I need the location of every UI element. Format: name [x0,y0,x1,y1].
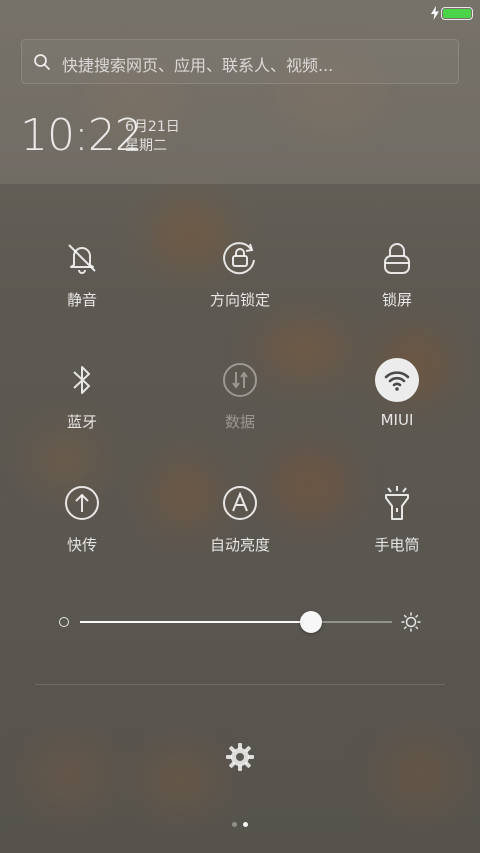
background-blur [30,740,110,810]
clock-time[interactable]: 10:22 [20,110,143,161]
toggle-wifi[interactable]: MIUI [332,358,462,458]
clock-date[interactable]: 6月21日 [125,116,180,136]
brightness-fill [80,621,311,623]
bell-off-icon [60,236,104,280]
toggle-label: MIUI [380,411,414,429]
toggle-label: 快传 [66,536,97,554]
search-icon [34,54,50,70]
bluetooth-icon [60,358,104,402]
page-indicator [0,812,480,827]
wifi-icon [375,358,419,402]
toggle-flashlight[interactable]: 手电筒 [332,481,462,581]
background-blur [380,740,460,810]
toggle-label: 静音 [66,291,97,309]
toggle-lock-screen[interactable]: 锁屏 [332,236,462,336]
search-placeholder: 快捷搜索网页、应用、联系人、视频... [62,56,334,75]
sun-icon [401,612,421,632]
lock-icon [375,236,419,280]
lightning-icon [431,6,439,20]
brightness-slider[interactable] [80,611,392,633]
dim-icon [59,617,69,627]
toggle-label: 锁屏 [381,291,412,309]
toggle-label: 方向锁定 [209,291,270,309]
status-bar [0,0,480,26]
toggle-auto-brightness[interactable]: 自动亮度 [175,481,305,581]
battery-level [443,9,471,18]
brightness-slider-row [55,607,425,637]
battery-indicator [441,7,473,20]
page-dot-active [243,822,248,827]
toggle-label: 手电筒 [374,536,420,554]
toggle-quick-transfer[interactable]: 快传 [17,481,147,581]
upload-icon [60,481,104,525]
mobile-data-icon [218,358,262,402]
brightness-thumb[interactable] [299,611,322,633]
flashlight-icon [375,481,419,525]
toggle-label: 蓝牙 [66,413,97,431]
toggle-silent[interactable]: 静音 [17,236,147,336]
toggle-label: 数据 [224,413,255,431]
toggle-label: 自动亮度 [209,536,270,554]
clock-weekday: 星期二 [125,138,167,154]
auto-brightness-icon [218,481,262,525]
divider [35,684,445,685]
quick-settings-screen: 快捷搜索网页、应用、联系人、视频... 10:22 6月21日 星期二 静音 方… [0,0,480,853]
toggle-rotation-lock[interactable]: 方向锁定 [175,236,305,336]
gear-icon[interactable] [224,741,256,773]
background-blur [140,750,220,810]
page-dot [232,822,237,827]
toggle-mobile-data[interactable]: 数据 [175,358,305,458]
search-input[interactable]: 快捷搜索网页、应用、联系人、视频... [21,39,459,84]
rotation-lock-icon [218,236,262,280]
toggle-bluetooth[interactable]: 蓝牙 [17,358,147,458]
